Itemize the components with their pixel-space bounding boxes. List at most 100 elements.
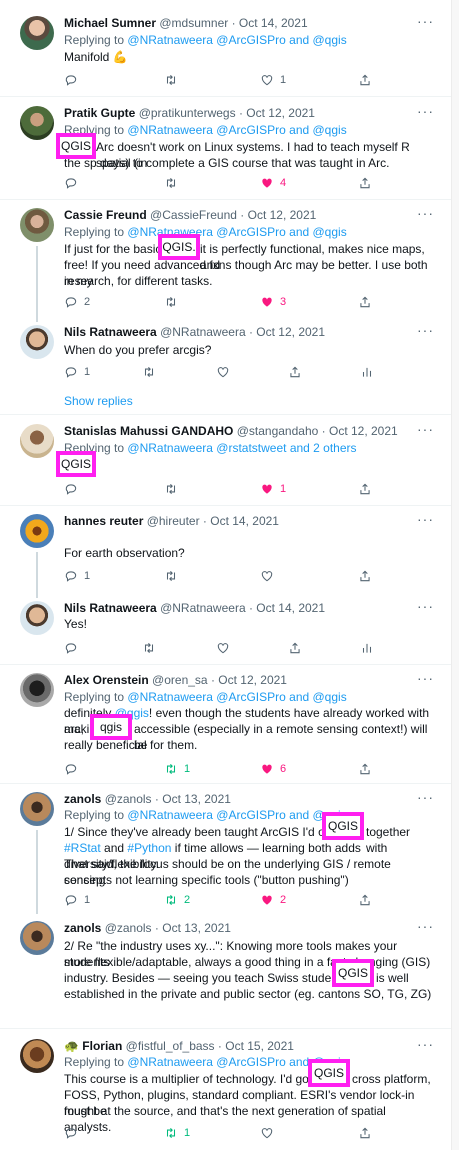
more-icon[interactable]: ··· <box>417 598 434 614</box>
tweet-date[interactable]: · Oct 14, 2021 <box>203 514 279 528</box>
tweet-date[interactable]: · Oct 14, 2021 <box>249 601 325 615</box>
author-name[interactable]: hannes reuter <box>64 514 143 528</box>
retweet-button[interactable]: 1 <box>164 1125 190 1141</box>
more-icon[interactable]: ··· <box>417 511 434 527</box>
author-handle[interactable]: @CassieFreund <box>150 208 237 222</box>
tweet-hannes-reuter[interactable]: hannes reuter @hireuter · Oct 14, 2021 ·… <box>0 506 452 598</box>
share-button[interactable] <box>288 640 302 656</box>
share-button[interactable] <box>358 568 372 584</box>
author-handle[interactable]: @pratikunterwegs <box>139 106 236 120</box>
reply-button[interactable] <box>64 761 78 777</box>
author-name[interactable]: Nils Ratnaweera <box>64 325 157 339</box>
retweet-button[interactable] <box>164 294 178 310</box>
avatar[interactable] <box>20 106 54 140</box>
author-handle[interactable]: @NRatnaweera <box>160 601 246 615</box>
like-button[interactable]: 6 <box>260 761 286 777</box>
like-button[interactable] <box>216 364 230 380</box>
hashtag-link[interactable]: #RStat <box>64 841 101 855</box>
tweet-date[interactable]: · Oct 12, 2021 <box>249 325 325 339</box>
share-button[interactable] <box>358 892 372 908</box>
tweet-date[interactable]: · Oct 13, 2021 <box>155 792 231 806</box>
tweet-pratik-gupte[interactable]: Pratik Gupte @pratikunterwegs · Oct 12, … <box>0 97 452 199</box>
hashtag-link[interactable]: #Python <box>127 841 171 855</box>
more-icon[interactable]: ··· <box>417 322 434 338</box>
tweet-florian[interactable]: 🐢 Florian @fistful_of_bass · Oct 15, 202… <box>0 1029 452 1150</box>
share-button[interactable] <box>358 175 372 191</box>
author-handle[interactable]: @zanols <box>105 921 152 935</box>
tweet-date[interactable]: · Oct 15, 2021 <box>218 1039 294 1053</box>
retweet-button[interactable] <box>164 72 178 88</box>
share-button[interactable] <box>358 72 372 88</box>
author-name[interactable]: Pratik Gupte <box>64 106 135 120</box>
retweet-button[interactable] <box>142 640 156 656</box>
like-button[interactable]: 1 <box>260 72 286 88</box>
share-button[interactable] <box>358 294 372 310</box>
avatar[interactable] <box>20 208 54 242</box>
retweet-button[interactable]: 1 <box>164 761 190 777</box>
tweet-zanols-2[interactable]: zanols @zanols · Oct 13, 2021 ··· 2/ Re … <box>0 916 452 1028</box>
author-name[interactable]: zanols <box>64 921 101 935</box>
tweet-alex-orenstein[interactable]: Alex Orenstein @oren_sa · Oct 12, 2021 ·… <box>0 665 452 783</box>
more-icon[interactable]: ··· <box>417 670 434 686</box>
tweet-date[interactable]: · Oct 12, 2021 <box>239 106 315 120</box>
reply-button[interactable] <box>64 640 78 656</box>
reply-button[interactable] <box>64 72 78 88</box>
tweet-date[interactable]: · Oct 12, 2021 <box>322 424 398 438</box>
like-button[interactable] <box>260 568 274 584</box>
author-handle[interactable]: @mdsumner <box>159 16 228 30</box>
author-handle[interactable]: @hireuter <box>147 514 200 528</box>
show-replies-link[interactable]: Show replies <box>64 394 133 408</box>
retweet-button[interactable] <box>164 175 178 191</box>
more-icon[interactable]: ··· <box>417 789 434 805</box>
more-icon[interactable]: ··· <box>417 103 434 119</box>
more-icon[interactable]: ··· <box>417 205 434 221</box>
author-name[interactable]: Cassie Freund <box>64 208 147 222</box>
tweet-date[interactable]: · Oct 12, 2021 <box>211 673 287 687</box>
tweet-cassie-freund[interactable]: Cassie Freund @CassieFreund · Oct 12, 20… <box>0 200 452 322</box>
retweet-button[interactable]: 2 <box>164 892 190 908</box>
avatar[interactable] <box>20 792 54 826</box>
tweet-nils-ratnaweera-yes[interactable]: Nils Ratnaweera @NRatnaweera · Oct 14, 2… <box>0 596 452 664</box>
avatar[interactable] <box>20 601 54 635</box>
author-name[interactable]: zanols <box>64 792 101 806</box>
author-name[interactable]: Florian <box>82 1039 122 1053</box>
retweet-button[interactable] <box>164 481 178 497</box>
avatar[interactable] <box>20 325 54 359</box>
avatar[interactable] <box>20 16 54 50</box>
like-button[interactable]: 2 <box>260 892 286 908</box>
author-handle[interactable]: @NRatnaweera <box>160 325 246 339</box>
reply-button[interactable] <box>64 481 78 497</box>
analytics-button[interactable] <box>360 364 374 380</box>
author-name[interactable]: Stanislas Mahussi GANDAHO <box>64 424 233 438</box>
reply-button[interactable]: 1 <box>64 568 90 584</box>
scrollbar[interactable] <box>451 0 459 1150</box>
replying-targets[interactable]: @NRatnaweera @ArcGISPro and @qgis <box>127 33 346 47</box>
like-button[interactable] <box>216 640 230 656</box>
more-icon[interactable]: ··· <box>417 13 434 29</box>
author-name[interactable]: Nils Ratnaweera <box>64 601 157 615</box>
avatar[interactable] <box>20 673 54 707</box>
reply-button[interactable]: 1 <box>64 892 90 908</box>
author-name[interactable]: Michael Sumner <box>64 16 156 30</box>
tweet-date[interactable]: · Oct 14, 2021 <box>232 16 308 30</box>
retweet-button[interactable] <box>164 568 178 584</box>
avatar[interactable] <box>20 1039 54 1073</box>
author-name[interactable]: Alex Orenstein <box>64 673 149 687</box>
share-button[interactable] <box>288 364 302 380</box>
reply-button[interactable] <box>64 1125 78 1141</box>
author-handle[interactable]: @zanols <box>105 792 152 806</box>
author-handle[interactable]: @stangandaho <box>237 424 319 438</box>
tweet-date[interactable]: · Oct 13, 2021 <box>155 921 231 935</box>
more-icon[interactable]: ··· <box>417 421 434 437</box>
share-button[interactable] <box>358 761 372 777</box>
tweet-nils-ratnaweera[interactable]: Nils Ratnaweera @NRatnaweera · Oct 12, 2… <box>0 318 452 414</box>
like-button[interactable]: 4 <box>260 175 286 191</box>
share-button[interactable] <box>358 1125 372 1141</box>
like-button[interactable]: 3 <box>260 294 286 310</box>
tweet-zanols-1[interactable]: zanols @zanols · Oct 13, 2021 ··· Replyi… <box>0 784 452 914</box>
like-button[interactable] <box>260 1125 274 1141</box>
analytics-button[interactable] <box>360 640 374 656</box>
retweet-button[interactable] <box>142 364 156 380</box>
author-handle[interactable]: @oren_sa <box>152 673 208 687</box>
share-button[interactable] <box>358 481 372 497</box>
